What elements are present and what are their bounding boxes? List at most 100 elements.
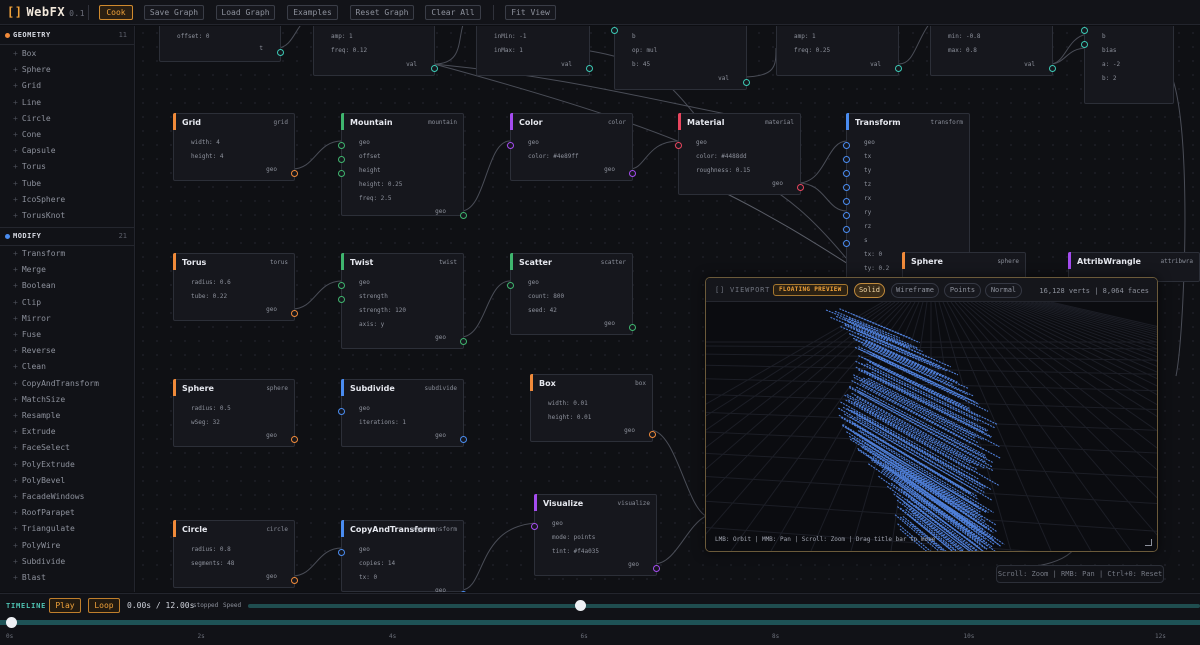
sidebar-item[interactable]: Grid (13, 81, 41, 90)
input-port[interactable] (611, 27, 618, 34)
output-port[interactable] (653, 565, 660, 572)
output-port[interactable] (460, 338, 467, 345)
sidebar-item[interactable]: FaceSelect (13, 443, 70, 452)
load-graph-button[interactable]: Load Graph (216, 5, 275, 20)
output-port[interactable] (291, 170, 298, 177)
cook-button[interactable]: Cook (99, 5, 133, 20)
sidebar-item[interactable]: Cone (13, 130, 41, 139)
mode-wireframe-button[interactable]: Wireframe (891, 283, 939, 298)
node-top3[interactable]: inMin: -1 inMax: 1 val (476, 26, 593, 76)
node-color[interactable]: Color color geo color: #4e89ff geo (507, 113, 636, 181)
mode-points-button[interactable]: Points (944, 283, 981, 298)
category-geometry[interactable]: GEOMETRY 11 (0, 28, 134, 44)
sidebar-item[interactable]: Sphere (13, 65, 51, 74)
loop-button[interactable]: Loop (88, 598, 120, 613)
output-port[interactable] (1049, 65, 1056, 72)
output-port[interactable] (797, 184, 804, 191)
input-port[interactable] (338, 408, 345, 415)
output-port[interactable] (460, 591, 467, 592)
output-port[interactable] (586, 65, 593, 72)
node-material[interactable]: Material material geo color: #4488dd roughne… (675, 113, 804, 195)
node-top4[interactable]: b op: mul b: 45 val (611, 26, 750, 90)
node-top5[interactable]: amp: 1 freq: 0.25 val (776, 26, 902, 76)
sidebar-item[interactable]: Resample (13, 411, 61, 420)
node-top1[interactable]: offset: 0 t (159, 26, 284, 62)
sidebar-item[interactable]: RoofParapet (13, 508, 75, 517)
node-scatter[interactable]: Scatter scatter geo count: 800 seed: 42 geo (507, 253, 636, 335)
sidebar-item[interactable]: Boolean (13, 281, 56, 290)
output-port[interactable] (629, 170, 636, 177)
node-torus[interactable]: Torus torus radius: 0.6 tube: 0.22 geo (173, 253, 298, 321)
node-copy[interactable]: CopyAndTransform copytransform geo copies: … (338, 520, 467, 592)
sidebar-item[interactable]: Subdivide (13, 557, 65, 566)
input-port[interactable] (1081, 41, 1088, 48)
input-port[interactable] (338, 170, 345, 177)
timeline-scrubber[interactable] (0, 620, 1200, 625)
sidebar-item[interactable]: Circle (13, 114, 51, 123)
input-port[interactable] (675, 142, 682, 149)
viewport-title-bar[interactable]: [] VIEWPORT FLOATING PREVIEW Solid Wiref… (706, 278, 1157, 302)
output-port[interactable] (629, 324, 636, 331)
sidebar-item[interactable]: FacadeWindows (13, 492, 85, 501)
output-port[interactable] (649, 431, 656, 438)
mode-normal-button[interactable]: Normal (985, 283, 1022, 298)
sidebar-item[interactable]: MatchSize (13, 395, 65, 404)
sidebar-item[interactable]: Clip (13, 298, 41, 307)
input-port[interactable] (843, 184, 850, 191)
sidebar-item[interactable]: PolyExtrude (13, 460, 75, 469)
node-graph-canvas[interactable]: offset: 0 t amp: 1 freq: 0.12 val inMin: -1 in… (136, 26, 1200, 592)
input-port[interactable] (338, 549, 345, 556)
node-circle[interactable]: Circle circle radius: 0.8 segments: 48 geo (173, 520, 298, 588)
play-button[interactable]: Play (49, 598, 81, 613)
node-grid[interactable]: Grid grid width: 4 height: 4 geo (173, 113, 298, 181)
output-port[interactable] (291, 577, 298, 584)
input-port[interactable] (1081, 27, 1088, 34)
sidebar-item[interactable]: Clean (13, 362, 46, 371)
input-port[interactable] (531, 523, 538, 530)
output-port[interactable] (277, 49, 284, 56)
node-sphere[interactable]: Sphere sphere radius: 0.5 wSeg: 32 geo (173, 379, 298, 447)
sidebar-item[interactable]: Line (13, 98, 41, 107)
input-port[interactable] (843, 156, 850, 163)
output-port[interactable] (291, 436, 298, 443)
output-port[interactable] (460, 212, 467, 219)
sidebar-item[interactable]: IcoSphere (13, 195, 65, 204)
input-port[interactable] (338, 282, 345, 289)
node-top2[interactable]: amp: 1 freq: 0.12 val (313, 26, 438, 76)
input-port[interactable] (843, 212, 850, 219)
save-graph-button[interactable]: Save Graph (144, 5, 204, 20)
sidebar-item[interactable]: Fuse (13, 330, 41, 339)
sidebar-item[interactable]: TorusKnot (13, 211, 65, 220)
node-top7[interactable]: b bias a: -2 b: 2 (1081, 26, 1174, 104)
input-port[interactable] (843, 170, 850, 177)
node-twist[interactable]: Twist twist geo strength strength: 120 axis: … (338, 253, 467, 349)
sidebar-item[interactable]: Torus (13, 162, 46, 171)
input-port[interactable] (843, 198, 850, 205)
sidebar-item[interactable]: Tube (13, 179, 41, 188)
viewport-3d-scene[interactable] (706, 302, 1157, 551)
output-port[interactable] (743, 79, 750, 86)
speed-slider[interactable] (248, 604, 1200, 608)
sidebar-item[interactable]: Reverse (13, 346, 56, 355)
node-box[interactable]: Box box width: 0.01 height: 0.01 geo (530, 374, 656, 442)
sidebar-item[interactable]: PolyWire (13, 541, 61, 550)
sidebar-item[interactable]: Capsule (13, 146, 56, 155)
speed-slider-thumb[interactable] (575, 600, 586, 611)
node-visualize[interactable]: Visualize visualize geo mode: points tint: #… (531, 494, 660, 576)
floating-viewport[interactable]: [] VIEWPORT FLOATING PREVIEW Solid Wiref… (705, 277, 1158, 552)
node-mountain[interactable]: Mountain mountain geo offset height height: 0… (338, 113, 467, 219)
sidebar-item[interactable]: Box (13, 49, 36, 58)
sidebar-item[interactable]: Merge (13, 265, 46, 274)
node-top6[interactable]: min: -0.8 max: 0.8 val (930, 26, 1056, 76)
input-port[interactable] (507, 142, 514, 149)
mode-solid-button[interactable]: Solid (854, 283, 885, 298)
clear-all-button[interactable]: Clear All (425, 5, 481, 20)
input-port[interactable] (338, 296, 345, 303)
output-port[interactable] (460, 436, 467, 443)
input-port[interactable] (338, 142, 345, 149)
sidebar-item[interactable]: Transform (13, 249, 65, 258)
sidebar-item[interactable]: Extrude (13, 427, 56, 436)
output-port[interactable] (431, 65, 438, 72)
output-port[interactable] (291, 310, 298, 317)
input-port[interactable] (843, 142, 850, 149)
